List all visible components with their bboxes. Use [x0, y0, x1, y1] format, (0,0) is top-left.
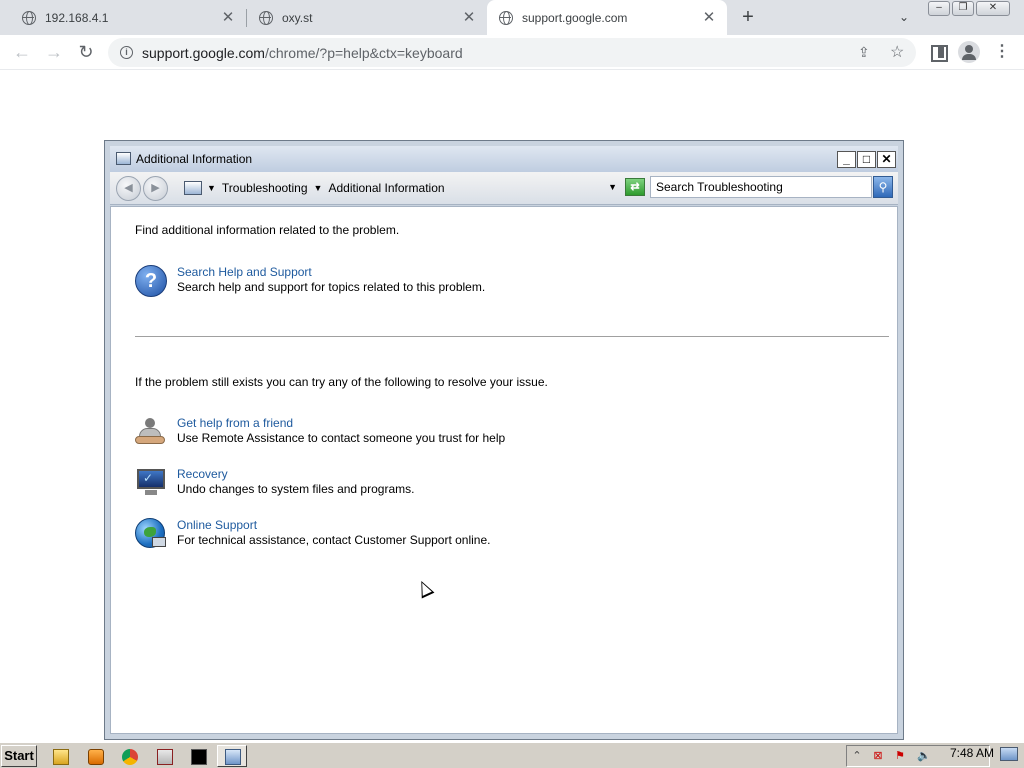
recovery-icon: ✓ [135, 467, 167, 499]
online-support-globe-icon [135, 518, 166, 548]
search-input[interactable]: Search Troubleshooting [650, 176, 872, 198]
breadcrumb[interactable]: ▼ Troubleshooting ▼ Additional Informati… [181, 177, 617, 199]
back-arrow-icon[interactable]: ← [9, 39, 35, 65]
online-support-link[interactable]: Online Support [177, 518, 257, 532]
close-icon[interactable]: ✕ [877, 151, 896, 168]
remote-assistance-icon [135, 416, 167, 448]
folder-icon [53, 749, 69, 765]
tab-title: oxy.st [282, 10, 313, 25]
window-caption-buttons: _ □ ✕ [837, 151, 896, 168]
taskbar-media-player[interactable] [80, 745, 110, 767]
taskbar-app[interactable] [149, 745, 179, 767]
search-help-link[interactable]: Search Help and Support [177, 265, 312, 279]
chrome-icon [122, 749, 138, 765]
command-prompt-icon [191, 749, 207, 765]
control-panel-icon [184, 181, 202, 195]
tab-search-chevron-icon[interactable]: ⌄ [894, 7, 914, 27]
start-button[interactable]: Start [1, 745, 37, 767]
refresh-button[interactable]: ⇄ [625, 178, 645, 196]
globe-icon [499, 10, 513, 25]
globe-icon [22, 10, 36, 25]
tab-192-168-4-1[interactable]: 192.168.4.1 ✕ [0, 0, 246, 35]
network-error-icon[interactable]: ⊠ [871, 749, 885, 763]
reload-icon[interactable]: ↻ [73, 39, 99, 65]
control-panel-icon [225, 749, 241, 765]
clock[interactable]: 7:48 AM [950, 746, 994, 760]
address-bar[interactable]: i support.google.com/chrome/?p=help&ctx=… [108, 38, 916, 67]
url-host: support.google.com [142, 45, 265, 61]
tab-strip: 192.168.4.1 ✕ oxy.st ✕ support.google.co… [0, 0, 1024, 35]
forward-button[interactable]: ▶ [143, 176, 168, 201]
breadcrumb-chevron-icon[interactable]: ▼ [314, 183, 323, 193]
tab-support-google-com[interactable]: support.google.com ✕ [487, 0, 727, 35]
get-help-from-friend-link[interactable]: Get help from a friend [177, 416, 293, 430]
note-text: If the problem still exists you can try … [135, 375, 548, 389]
window-controls: – ❐ ✕ [928, 1, 1010, 16]
window-title: Additional Information [136, 152, 253, 166]
share-icon[interactable]: ⇪ [858, 44, 870, 61]
address-dropdown-icon[interactable]: ▼ [608, 182, 617, 192]
tab-title: support.google.com [522, 10, 628, 25]
info-icon[interactable]: i [120, 46, 133, 59]
close-icon[interactable]: ✕ [976, 1, 1010, 16]
bookmark-star-icon[interactable]: ☆ [890, 42, 904, 62]
taskbar-command-prompt[interactable] [183, 745, 213, 767]
taskbar: Start ⌃ ⊠ ⚑ 🔈 [0, 742, 1024, 768]
item-description: Use Remote Assistance to contact someone… [177, 431, 506, 445]
item-description: Undo changes to system files and program… [177, 482, 415, 496]
back-button[interactable]: ◀ [116, 176, 141, 201]
item-description: Search help and support for topics relat… [177, 280, 486, 294]
side-panel-icon[interactable] [928, 43, 948, 63]
minimize-icon[interactable]: – [928, 1, 950, 16]
taskbar-explorer[interactable] [45, 745, 75, 767]
action-center-error-icon[interactable]: ⚑ [893, 749, 907, 763]
close-icon[interactable]: ✕ [461, 9, 477, 26]
taskbar-troubleshooting[interactable] [217, 745, 247, 767]
url-text[interactable]: support.google.com/chrome/?p=help&ctx=ke… [142, 45, 463, 61]
maximize-icon[interactable]: □ [857, 151, 876, 168]
control-panel-icon [116, 152, 131, 165]
toolbox-icon [157, 749, 173, 765]
globe-icon [259, 10, 273, 25]
tab-oxy-st[interactable]: oxy.st ✕ [247, 0, 487, 35]
restore-icon[interactable]: ❐ [952, 1, 974, 16]
additional-information-window: Additional Information _ □ ✕ ◀ ▶ ▼ Troub… [104, 140, 904, 740]
breadcrumb-troubleshooting[interactable]: Troubleshooting [222, 181, 308, 195]
search-icon[interactable]: ⚲ [873, 176, 893, 198]
close-icon[interactable]: ✕ [701, 9, 717, 26]
main-content: Find additional information related to t… [110, 206, 898, 734]
show-desktop-icon[interactable] [1000, 747, 1018, 761]
breadcrumb-chevron-icon[interactable]: ▼ [207, 183, 216, 193]
recovery-link[interactable]: Recovery [177, 467, 228, 481]
divider [135, 336, 889, 337]
tab-title: 192.168.4.1 [45, 10, 109, 25]
close-icon[interactable]: ✕ [220, 9, 236, 26]
profile-icon[interactable] [958, 41, 980, 63]
show-hidden-icons-icon[interactable]: ⌃ [850, 749, 864, 763]
item-description: For technical assistance, contact Custom… [177, 533, 491, 547]
explorer-address-bar: ◀ ▶ ▼ Troubleshooting ▼ Additional Infor… [110, 172, 898, 205]
help-question-icon: ? [135, 265, 167, 297]
forward-arrow-icon[interactable]: → [41, 39, 67, 65]
new-tab-button[interactable]: + [736, 5, 760, 29]
browser-toolbar: ← → ↻ i support.google.com/chrome/?p=hel… [0, 35, 1024, 70]
more-menu-icon[interactable]: ⋮ [992, 43, 1012, 63]
intro-text: Find additional information related to t… [135, 223, 400, 237]
window-title-bar[interactable]: Additional Information _ □ ✕ [110, 146, 898, 172]
taskbar-chrome[interactable] [114, 745, 144, 767]
breadcrumb-additional-information[interactable]: Additional Information [328, 181, 444, 195]
media-player-icon [88, 749, 104, 765]
volume-icon[interactable]: 🔈 [917, 749, 931, 763]
url-path: /chrome/?p=help&ctx=keyboard [264, 45, 463, 61]
minimize-icon[interactable]: _ [837, 151, 856, 168]
